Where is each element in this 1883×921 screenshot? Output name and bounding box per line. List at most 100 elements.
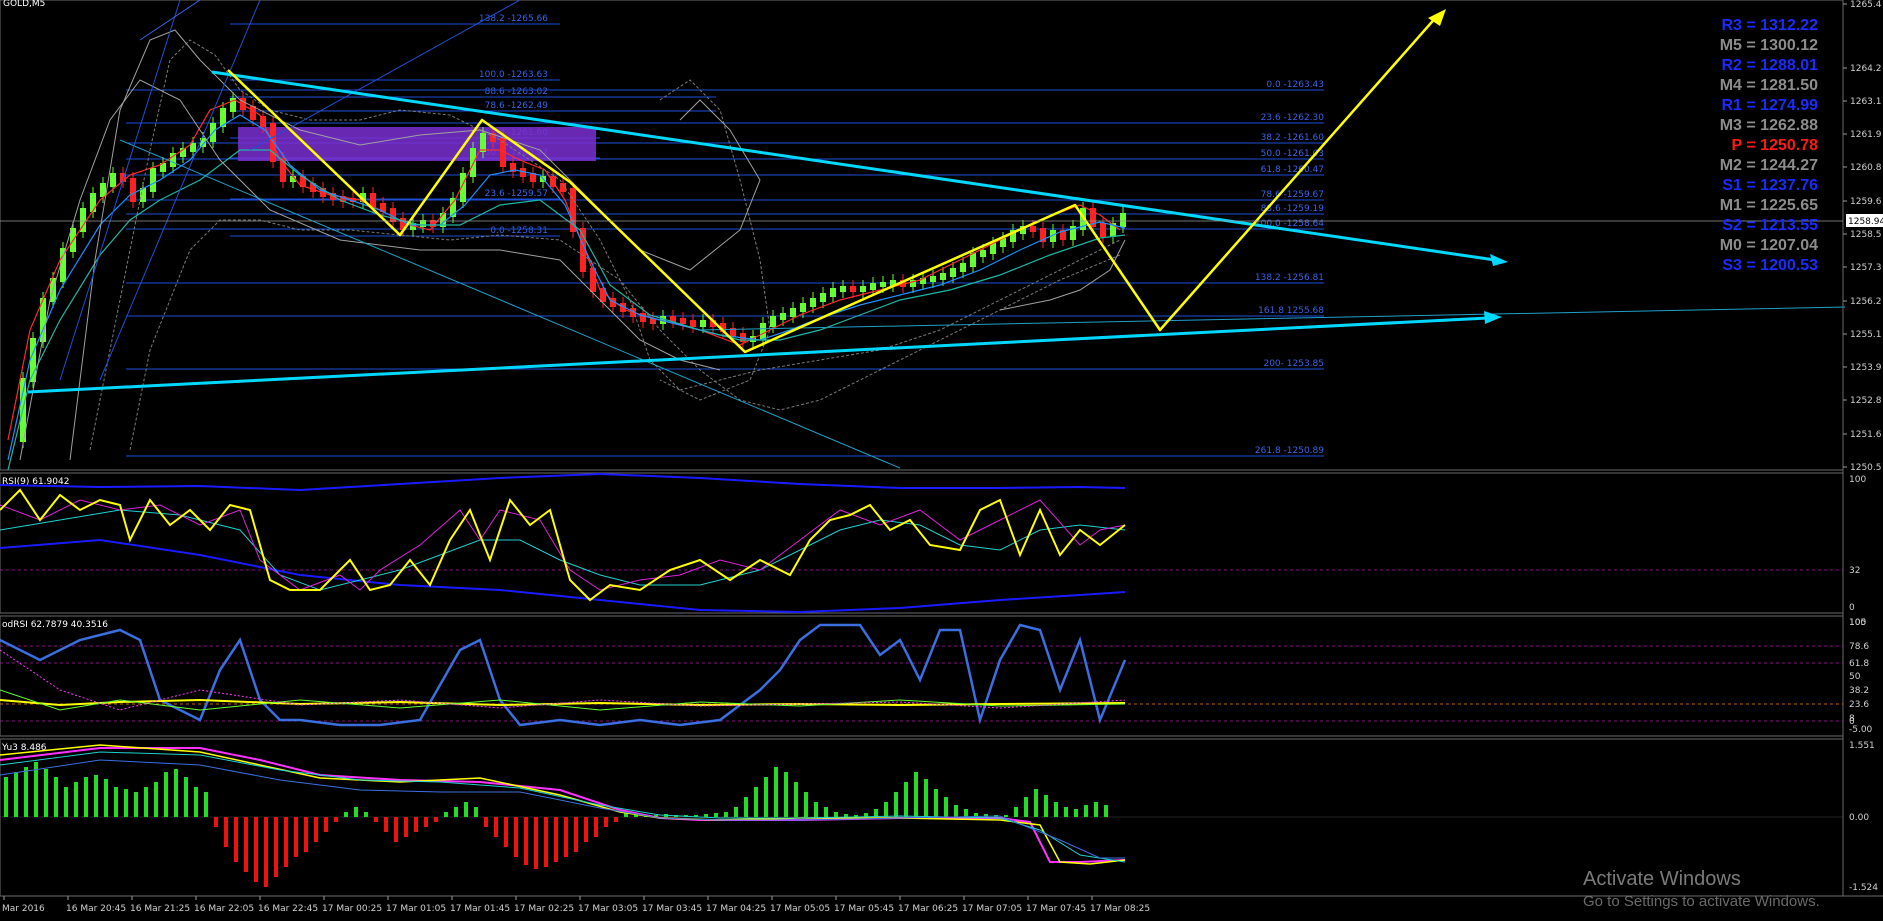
histogram-bar [954,805,958,817]
candle-body [950,268,956,277]
histogram-bar [424,817,428,827]
time-tick: 17 Mar 05:05 [770,904,830,914]
histogram-bar [24,767,28,817]
fib-right-label: 23.6 -1262.30 [1261,113,1325,123]
level-tick: 50 [1849,672,1861,682]
histogram-bar [1024,797,1028,817]
price-tick: 1265.4 [1850,0,1882,10]
histogram-bar [604,817,608,827]
histogram-bar [844,814,848,817]
fib-left-label: 100.0 -1263.63 [479,70,548,80]
histogram-bar [504,817,508,847]
histogram-bar [254,817,258,882]
histogram-bar [874,809,878,817]
histogram-bar [714,813,718,817]
candle-body [870,283,876,290]
histogram-bar [374,817,378,822]
rsi-level-axis: 100 32 0 [1849,475,1866,613]
pivot-level: M4 = 1281.50 [1720,77,1818,94]
mt4-chart-window[interactable]: GOLD,M5 138.2 -1265.66 100.0 -1263.63 88.6… [0,0,1883,917]
level-tick: 32 [1849,566,1860,576]
time-tick: 17 Mar 08:25 [1090,904,1150,914]
price-tick: 1253.9 [1850,363,1882,373]
time-tick: 17 Mar 03:05 [578,904,638,914]
pivot-level: M5 = 1300.12 [1720,37,1818,54]
histogram-bar [144,787,148,817]
candle-body [840,286,846,292]
histogram-bar [224,817,228,847]
candle-body [30,338,36,382]
candle-body [860,286,866,292]
candle-body [1030,226,1036,232]
histogram-bar [344,812,348,817]
time-tick: Mar 2016 [2,904,45,914]
histogram-bar [404,817,408,837]
price-tick: 1256.2 [1850,297,1882,307]
histogram-bar [444,812,448,817]
candle-body [690,320,696,327]
time-tick: 17 Mar 07:45 [1026,904,1086,914]
level-tick: 1.551 [1849,741,1875,751]
candle-body [810,298,816,307]
candle-body [790,308,796,317]
candle-body [880,282,886,287]
candle-body [110,173,116,187]
time-tick: 17 Mar 02:25 [514,904,574,914]
histogram-bar [194,787,198,817]
time-tick: 17 Mar 04:25 [706,904,766,914]
histogram-bar [1054,802,1058,817]
histogram-bar [594,817,598,837]
stoch-title: odRSI 62.7879 40.3516 [2,620,108,630]
candle-body [930,276,936,282]
histogram-bar [514,817,518,857]
histogram-bar [334,817,338,822]
histogram-bar [904,782,908,817]
fib-right-label: 38.2 -1261.60 [1261,133,1325,143]
histogram-bar [1074,809,1078,817]
pivot-level: M3 = 1262.88 [1720,117,1818,134]
histogram-bar [1104,805,1108,817]
time-tick: 16 Mar 22:45 [258,904,318,914]
time-tick: 16 Mar 21:25 [130,904,190,914]
histogram-bar [534,817,538,869]
histogram-bar [264,817,268,887]
keltner-channels [19,29,1126,461]
candle-body [980,250,986,257]
histogram-bar [134,792,138,817]
histogram-bar [584,817,588,842]
price-tick: 1255.1 [1850,330,1882,340]
histogram-panel: Yu3 8.486 [0,743,1843,887]
histogram-bar [114,787,118,817]
price-tick: 1259.6 [1850,197,1882,207]
histogram-bar [924,779,928,817]
price-tick: 1251.6 [1850,430,1882,440]
fibonacci-retracement[interactable]: 138.2 -1265.66 100.0 -1263.63 88.6 -1263.0… [126,14,1325,457]
level-tick: 100 [1849,618,1866,628]
candle-body [100,183,106,197]
histogram-bar [804,792,808,817]
ma-teal [7,149,1126,471]
stoch-level-axis: 10510078.661.85038.223.680-5.00 [1849,618,1873,735]
candle-body [940,273,946,280]
histogram-bar [784,772,788,817]
candle-body [820,293,826,302]
histogram-bar [324,817,328,832]
fib-left-label: 88.6 -1263.02 [485,87,548,97]
fib-left-label: 78.6 -1262.49 [485,101,549,111]
candle-body [780,313,786,320]
chart-canvas[interactable]: GOLD,M5 138.2 -1265.66 100.0 -1263.63 88.6… [0,0,1883,917]
histogram-bar [354,807,358,817]
histogram-bar [174,769,178,817]
histogram-bar [744,797,748,817]
candle-body [830,288,836,297]
candle-body [850,286,856,292]
pivot-levels-list: R3 = 1312.22 M5 = 1300.12 R2 = 1288.01 M4 =… [1720,17,1818,274]
time-tick: 17 Mar 01:45 [450,904,510,914]
histogram-bar [284,817,288,867]
histogram-bar [4,777,8,817]
symbol-label: GOLD,M5 [3,0,45,9]
histogram-bar [754,787,758,817]
fib-right-label: 61.8 -1260.47 [1261,165,1324,175]
pivot-level: M0 = 1207.04 [1720,237,1818,254]
histogram-bar [1064,807,1068,817]
